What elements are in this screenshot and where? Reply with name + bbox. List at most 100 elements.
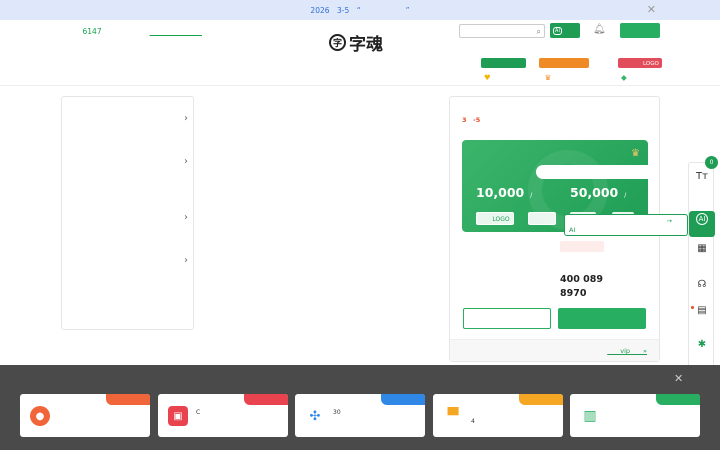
category-shortcut-sub (208, 321, 248, 338)
search-input[interactable]: ⌕ (459, 24, 545, 38)
site-logo[interactable]: 字 字魂 (329, 30, 383, 55)
float-tool[interactable]: ☊ (689, 279, 715, 299)
consult-button[interactable] (463, 308, 551, 329)
logo-button[interactable]: LOGO (476, 212, 514, 225)
sidebar-group-title[interactable] (73, 158, 185, 169)
app-logo-icon: ✱ (697, 339, 707, 350)
float-tool[interactable]: ▦ (689, 243, 715, 263)
card-title (476, 149, 530, 162)
crown-icon: ♛ (631, 148, 640, 159)
headset-icon: ☊ (697, 279, 707, 290)
nav-item[interactable] (400, 70, 423, 81)
ai-tool[interactable]: AI (689, 211, 715, 237)
font-tool[interactable]: Tт (689, 171, 715, 191)
sidebar-group-items[interactable] (73, 231, 185, 244)
float-item-label (702, 184, 720, 190)
building-icon: ▦ (697, 243, 707, 254)
category-shortcut[interactable] (396, 304, 436, 338)
card-ribbon (656, 394, 700, 405)
nav-item[interactable] (264, 70, 294, 81)
search-icon[interactable]: ⌕ (537, 26, 541, 38)
nav-item[interactable] (198, 70, 228, 81)
sidebar-group-items[interactable] (73, 175, 185, 188)
main-nav (66, 70, 534, 81)
notice-highlight: 3 -5 (462, 116, 481, 124)
nav-promo[interactable]: LOGO ◆ (618, 58, 662, 83)
sidebar-group-items[interactable] (73, 132, 185, 145)
card-pill[interactable] (536, 165, 648, 179)
float-item-label (702, 292, 713, 298)
banner-close-icon[interactable]: ✕ (647, 3, 656, 16)
chevron-right-icon: › (184, 255, 188, 266)
welcome-text: 6147 (60, 26, 202, 37)
buy-button[interactable] (558, 308, 646, 329)
site-header: 6147 字 字魂 ⌕ AI 🔔︎ ♥ ♛ LOGO ◆ (0, 20, 720, 86)
float-tool[interactable]: ✱ (689, 339, 715, 359)
logo-mark-icon: 字 (329, 34, 346, 51)
sidebar-group-title[interactable] (73, 115, 185, 126)
category-shortcut[interactable] (208, 304, 248, 338)
welcome-link[interactable] (149, 27, 202, 36)
nav-promo[interactable]: ♛ (539, 58, 590, 83)
chevron-right-icon: › (184, 113, 188, 124)
close-icon[interactable]: ✕ (674, 372, 683, 385)
diamond-icon: ◆ (621, 73, 627, 82)
sidebar-group[interactable]: › (73, 156, 188, 188)
nav-item[interactable] (132, 70, 162, 81)
promo-card[interactable]: ▣ C (158, 394, 288, 437)
promo-card[interactable]: ▥ (570, 394, 700, 437)
sidebar-group[interactable]: › (73, 255, 188, 287)
category-shortcut-title (208, 304, 248, 321)
card-icon: ✣ (305, 406, 325, 426)
crown-icon: ♛ (544, 73, 552, 82)
card-text (58, 408, 146, 417)
category-sidebar: › › › › (61, 96, 194, 330)
ai-button[interactable]: AI (550, 23, 580, 38)
float-item-label (702, 352, 720, 358)
bottom-promo-overlay: ✕ ● ▣ C ✣ 30 ▀ 4 ▥ (0, 365, 720, 450)
card-button[interactable] (528, 212, 556, 225)
promo-tag (539, 58, 590, 68)
card-ribbon (244, 394, 288, 405)
ai-badge-icon: AI (553, 26, 562, 35)
nav-item[interactable] (66, 70, 96, 81)
card-text: 4 (471, 409, 563, 425)
price-2: 50,000 / (570, 185, 633, 200)
sidebar-group-title[interactable] (73, 257, 185, 268)
sidebar-group-title[interactable] (73, 214, 185, 225)
ai-tooltip: → AI (564, 214, 688, 236)
clipboard-icon: ▤ (697, 305, 707, 316)
search-placeholder (464, 27, 484, 35)
sidebar-group[interactable]: › (73, 113, 188, 145)
panel-footer: vip » (450, 339, 659, 361)
category-shortcut[interactable] (333, 304, 373, 338)
category-shortcut-title (396, 304, 436, 321)
category-shortcut[interactable] (270, 304, 310, 338)
promo-card[interactable]: ● (20, 394, 150, 437)
promo-tag: LOGO (618, 58, 662, 68)
login-button[interactable] (620, 23, 660, 38)
sidebar-group[interactable]: › (73, 212, 188, 244)
card-ribbon (106, 394, 150, 405)
floating-toolbar: 0 Tт AI ▦ ☊ ▤ ✱ (688, 156, 718, 372)
nav-promo[interactable]: ♥ (481, 58, 526, 83)
heart-icon: ♥ (483, 73, 491, 82)
announcement-text[interactable]: 2026 3-5 “ ” (295, 5, 424, 16)
card-ribbon (519, 394, 563, 405)
sidebar-group-items[interactable] (73, 274, 185, 287)
promo-label: ♛ (545, 72, 584, 83)
ai-icon: AI (696, 213, 708, 225)
card-icon: ▣ (168, 406, 188, 426)
float-tool[interactable]: ▤ (689, 305, 715, 325)
promo-card[interactable]: ▀ 4 (433, 394, 563, 437)
category-shortcut-sub (396, 321, 436, 338)
promo-card[interactable]: ✣ 30 (295, 394, 425, 437)
nav-item[interactable] (330, 70, 360, 81)
user-count: 6147 (82, 27, 102, 36)
carousel-placeholder: · · · · · · · · · (268, 96, 386, 103)
announcement-banner[interactable]: 2026 3-5 “ ” ✕ (0, 0, 720, 20)
bell-icon[interactable]: 🔔︎ (593, 24, 606, 35)
vip-link[interactable]: vip » (607, 340, 647, 362)
footer-text (462, 347, 573, 355)
membership-panel: 3 -5 ♛ 10,000 / 50,000 / LOGO → AI 400 0… (449, 96, 688, 362)
